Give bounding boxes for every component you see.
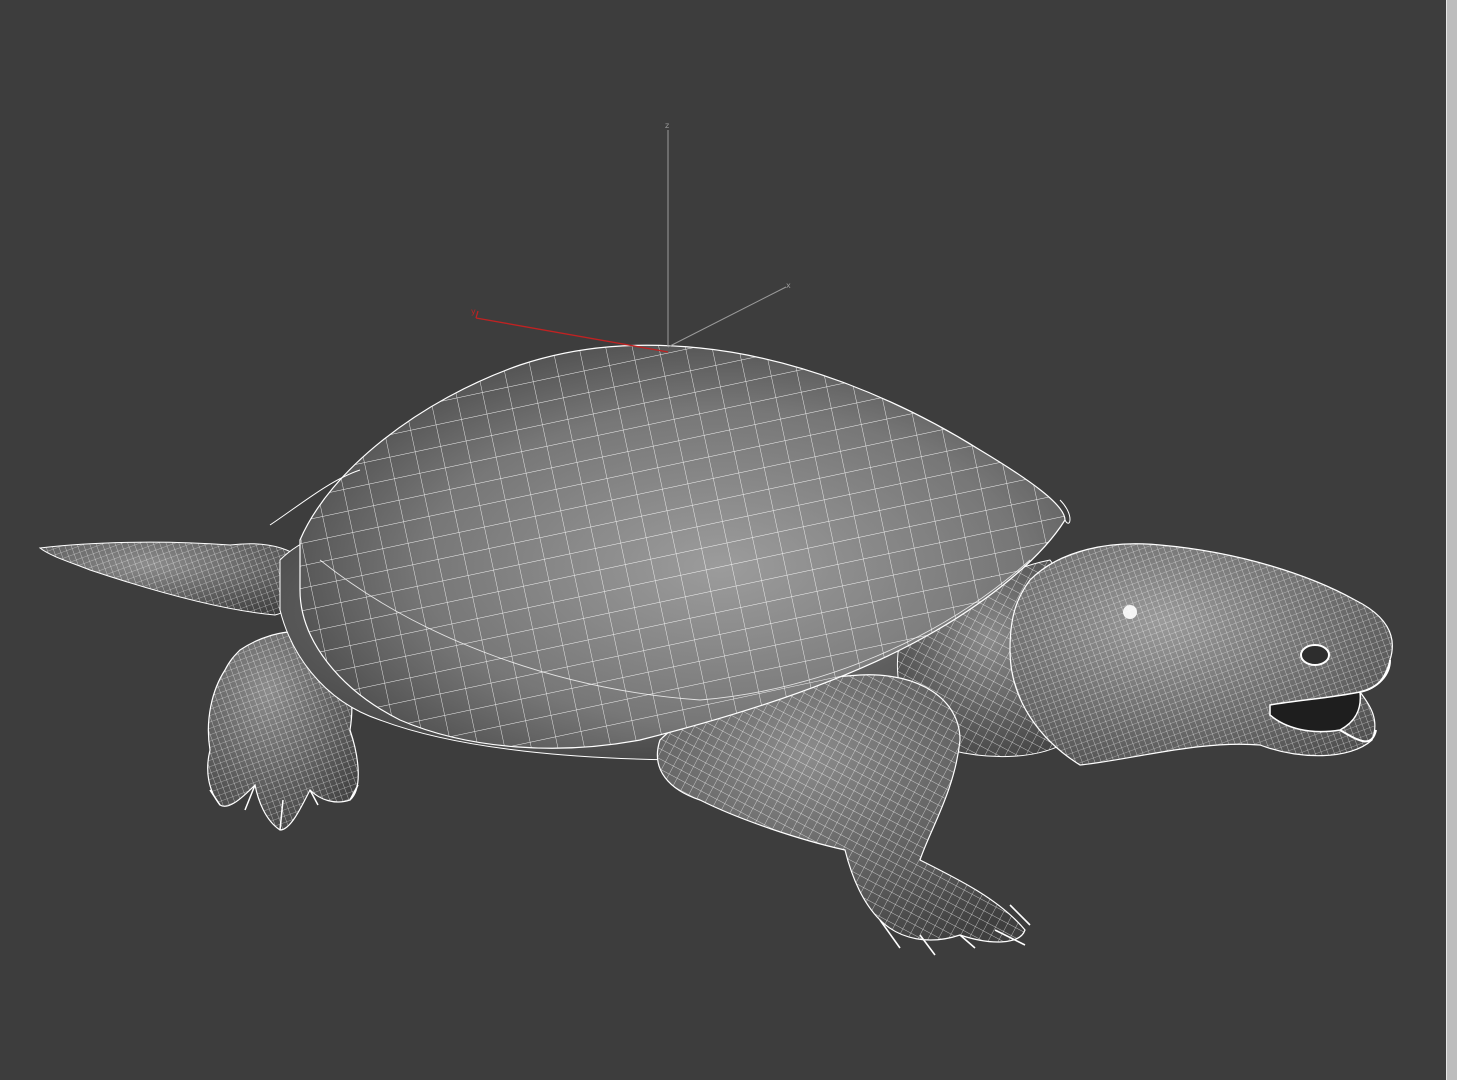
axis-gizmo[interactable]: z x y	[471, 121, 791, 353]
turtle-mesh[interactable]	[30, 330, 1410, 960]
3d-viewport[interactable]: z x y	[0, 0, 1447, 1080]
y-axis-line[interactable]	[475, 317, 669, 353]
turtle-eye	[1300, 644, 1330, 666]
turtle-ear-highlight	[1123, 605, 1137, 619]
z-axis-label: z	[665, 121, 669, 130]
turtle-head	[1009, 543, 1393, 766]
viewport-scene[interactable]: z x y	[0, 0, 1447, 1080]
x-axis-label: x	[786, 281, 791, 290]
turtle-tail	[38, 541, 311, 616]
y-axis-label: y	[471, 307, 476, 316]
x-axis-line[interactable]	[667, 286, 787, 348]
viewport-border	[1446, 0, 1457, 1080]
